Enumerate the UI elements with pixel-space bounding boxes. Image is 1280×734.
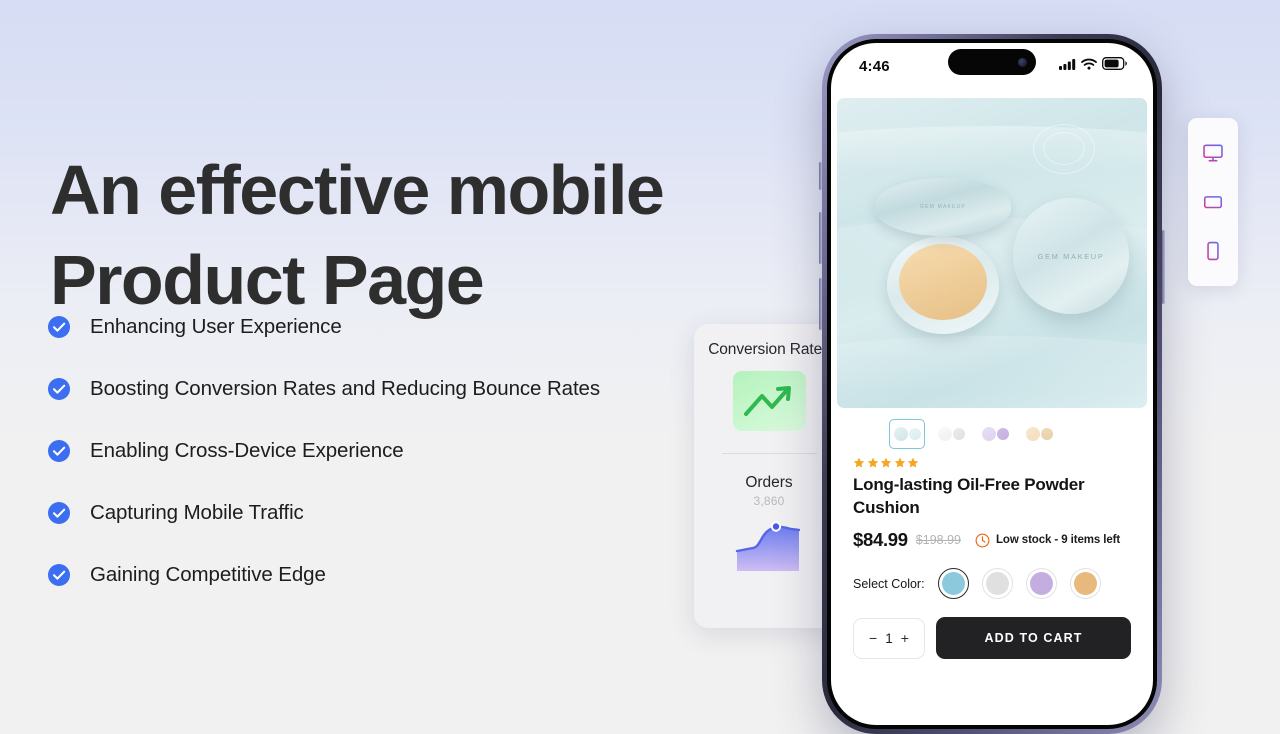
- product-title: Long-lasting Oil-Free Powder Cushion: [853, 475, 1085, 517]
- phone-volume-up-button[interactable]: [819, 212, 822, 264]
- status-bar: 4:46: [831, 43, 1153, 89]
- mobile-icon: [1207, 242, 1219, 261]
- quantity-increment-button[interactable]: +: [901, 631, 909, 645]
- star-icon: [880, 457, 892, 468]
- phone-bezel: 4:46 GEM MAKEUP GEM MAKEUP Long-lasting …: [827, 39, 1157, 729]
- phone-mute-switch[interactable]: [819, 162, 822, 190]
- thumbnail-lid-icon: [996, 428, 1009, 440]
- thumbnail-lid-icon: [952, 428, 965, 440]
- battery-icon: [1102, 57, 1127, 75]
- product-hero-image[interactable]: GEM MAKEUP GEM MAKEUP: [837, 98, 1147, 408]
- rating-stars: [853, 457, 1131, 469]
- color-selector-label: Select Color:: [853, 576, 925, 591]
- cart-row: − 1 + ADD TO CART: [853, 617, 1131, 660]
- phone-screen: 4:46 GEM MAKEUP GEM MAKEUP Long-lasting …: [831, 43, 1153, 725]
- check-circle-icon: [48, 316, 70, 338]
- quantity-stepper[interactable]: − 1 +: [853, 617, 925, 659]
- list-item: Enhancing User Experience: [48, 311, 688, 343]
- thumbnail-lid-icon: [1040, 428, 1053, 440]
- compact-powder-pan: [899, 244, 987, 320]
- list-item-label: Gaining Competitive Edge: [90, 563, 326, 586]
- quantity-value: 1: [885, 630, 893, 646]
- list-item: Boosting Conversion Rates and Reducing B…: [48, 373, 688, 405]
- product-price: $84.99: [853, 529, 908, 551]
- compact-lid-brand-text: GEM MAKEUP: [920, 204, 966, 210]
- front-camera-icon: [1018, 57, 1027, 67]
- swatch-lavender[interactable]: [1025, 568, 1057, 600]
- compact-detached-lid: GEM MAKEUP: [1013, 198, 1129, 314]
- thumbnail-tan[interactable]: [1021, 419, 1057, 449]
- detached-lid-brand-text: GEM MAKEUP: [1037, 251, 1105, 261]
- quantity-decrement-button[interactable]: −: [869, 631, 877, 645]
- stage: An effective mobile Product Page Enhanci…: [0, 0, 1280, 734]
- phone-mockup: 4:46 GEM MAKEUP GEM MAKEUP Long-lasting …: [819, 34, 1165, 734]
- orders-chart: [733, 513, 806, 575]
- product-compare-price: $198.99: [915, 533, 961, 548]
- star-icon: [907, 457, 919, 468]
- add-to-cart-button[interactable]: ADD TO CART: [936, 617, 1131, 660]
- cellular-signal-icon: [1059, 57, 1076, 75]
- check-circle-icon: [48, 564, 70, 586]
- page-title: An effective mobile Product Page: [50, 145, 750, 326]
- thumbnail-compact-icon: [1025, 427, 1040, 441]
- phone-volume-down-button[interactable]: [819, 278, 822, 330]
- check-circle-icon: [48, 440, 70, 462]
- wifi-icon: [1081, 57, 1097, 75]
- list-item: Gaining Competitive Edge: [48, 559, 688, 591]
- thumbnail-lid-icon: [908, 428, 921, 440]
- list-item-label: Enabling Cross-Device Experience: [90, 439, 404, 462]
- device-mobile[interactable]: [1200, 238, 1226, 264]
- device-desktop[interactable]: [1200, 140, 1226, 166]
- conversion-rates-chart: [732, 371, 806, 432]
- device-tablet[interactable]: [1200, 189, 1226, 215]
- thumbnail-teal[interactable]: [889, 419, 925, 449]
- star-icon: [853, 457, 865, 468]
- swatch-tan[interactable]: [1069, 568, 1101, 600]
- thumbnail-compact-icon: [893, 427, 908, 441]
- phone-power-button[interactable]: [1162, 230, 1165, 304]
- color-swatches: [937, 568, 1101, 600]
- status-bar-indicators: [1059, 57, 1127, 75]
- status-bar-time: 4:46: [859, 57, 890, 75]
- stock-text: Low stock - 9 items left: [995, 534, 1121, 547]
- list-item: Capturing Mobile Traffic: [48, 497, 688, 529]
- page-title-line-1: An effective mobile: [50, 150, 665, 229]
- check-circle-icon: [48, 378, 70, 400]
- swatch-teal[interactable]: [937, 568, 969, 600]
- star-icon: [867, 457, 878, 468]
- status-badge: Low stock - 9 items left: [975, 533, 1120, 548]
- thumbnail-compact-icon: [937, 427, 952, 441]
- color-selector: Select Color:: [853, 568, 1131, 600]
- swatch-white[interactable]: [981, 568, 1013, 600]
- thumbnail-compact-icon: [981, 427, 996, 441]
- thumbnail-lavender[interactable]: [977, 419, 1013, 449]
- list-item-label: Capturing Mobile Traffic: [90, 501, 304, 524]
- compact-open-lid: GEM MAKEUP: [875, 178, 1011, 236]
- desktop-icon: [1203, 144, 1223, 162]
- check-circle-icon: [48, 502, 70, 524]
- thumbnail-strip: [831, 408, 1153, 449]
- tablet-icon: [1203, 196, 1223, 209]
- dynamic-island: [948, 49, 1036, 75]
- divider: [721, 453, 817, 455]
- list-item-label: Enhancing User Experience: [90, 315, 342, 338]
- list-item: Enabling Cross-Device Experience: [48, 435, 688, 467]
- product-info: Long-lasting Oil-Free Powder Cushion $84…: [831, 449, 1153, 660]
- star-icon: [894, 457, 905, 468]
- thumbnail-white[interactable]: [933, 419, 969, 449]
- device-switcher: [1188, 118, 1238, 286]
- list-item-label: Boosting Conversion Rates and Reducing B…: [90, 377, 600, 400]
- price-row: $84.99 $198.99 Low stock - 9 items left: [853, 529, 1131, 551]
- clock-icon: [975, 533, 990, 548]
- trending-up-icon: [744, 386, 791, 417]
- benefits-list: Enhancing User Experience Boosting Conve…: [48, 311, 688, 621]
